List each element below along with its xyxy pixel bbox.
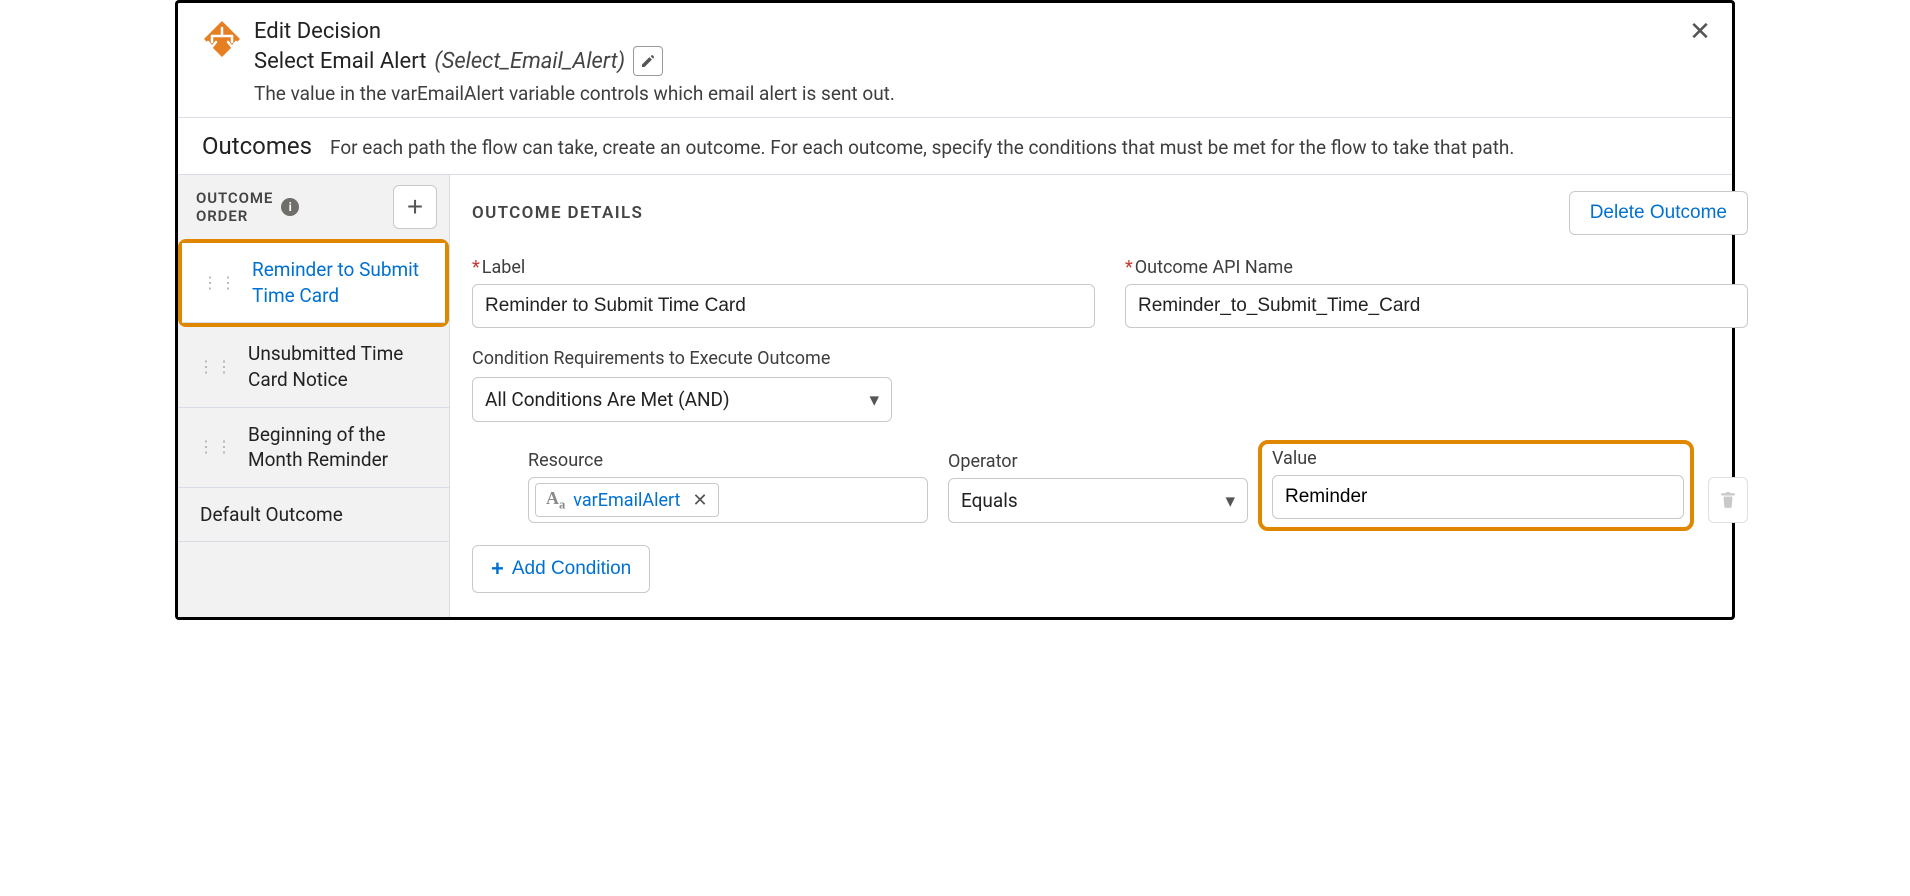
modal-header: Edit Decision Select Email Alert (Select… [178, 3, 1732, 117]
condition-requirements-select[interactable]: All Conditions Are Met (AND) ▾ [472, 377, 892, 422]
modal-title: Edit Decision [254, 19, 1708, 44]
value-column: Value [1268, 444, 1688, 523]
sidebar-title: OUTCOMEORDER [196, 189, 273, 225]
value-label: Value [1272, 448, 1684, 469]
outcome-item-unsubmitted[interactable]: ⋮⋮ Unsubmitted Time Card Notice [178, 327, 449, 407]
api-name-field: *Outcome API Name [1125, 257, 1748, 328]
delete-condition-button[interactable] [1708, 477, 1748, 523]
condition-row: Resource Aa varEmailAlert ✕ Operator Equ… [472, 444, 1748, 523]
api-name-input[interactable] [1125, 284, 1748, 328]
outcome-item-reminder-submit[interactable]: ⋮⋮ Reminder to Submit Time Card [182, 243, 445, 323]
outcomes-description: For each path the flow can take, create … [330, 136, 1514, 159]
operator-value: Equals [961, 489, 1018, 512]
close-button[interactable]: ✕ [1686, 17, 1714, 45]
edit-decision-modal: Edit Decision Select Email Alert (Select… [175, 0, 1735, 620]
text-variable-icon: Aa [546, 488, 565, 513]
caret-down-icon: ▾ [869, 388, 879, 411]
outcome-item-label: Default Outcome [200, 502, 343, 528]
add-outcome-button[interactable]: + [393, 185, 437, 229]
details-heading: OUTCOME DETAILS [472, 203, 643, 223]
outcome-item-label: Unsubmitted Time Card Notice [248, 341, 437, 392]
plus-icon: + [491, 556, 504, 582]
outcome-order-sidebar: OUTCOMEORDER i + ⋮⋮ Reminder to Submit T… [178, 175, 450, 617]
modal-subtitle: Select Email Alert (Select_Email_Alert) [254, 46, 1708, 76]
outcomes-heading: Outcomes [202, 132, 312, 160]
outcome-item-label: Reminder to Submit Time Card [252, 257, 433, 308]
modal-description: The value in the varEmailAlert variable … [254, 82, 1708, 105]
drag-handle-icon[interactable]: ⋮⋮ [202, 275, 238, 291]
main-content: OUTCOMEORDER i + ⋮⋮ Reminder to Submit T… [178, 174, 1732, 617]
cond-req-label: Condition Requirements to Execute Outcom… [472, 348, 830, 369]
resource-pill[interactable]: Aa varEmailAlert ✕ [535, 483, 719, 518]
resource-column: Resource Aa varEmailAlert ✕ [528, 450, 928, 523]
outcomes-bar: Outcomes For each path the flow can take… [178, 117, 1732, 174]
operator-select[interactable]: Equals ▾ [948, 478, 1248, 523]
label-field-label: Label [482, 257, 526, 278]
resource-input[interactable]: Aa varEmailAlert ✕ [528, 477, 928, 523]
resource-label: Resource [528, 450, 928, 471]
outcome-details-panel: OUTCOME DETAILS Delete Outcome *Label *O… [450, 175, 1770, 617]
cond-req-value: All Conditions Are Met (AND) [485, 388, 730, 411]
edit-name-button[interactable] [633, 46, 663, 76]
header-text: Edit Decision Select Email Alert (Select… [254, 19, 1708, 105]
drag-handle-icon[interactable]: ⋮⋮ [198, 359, 234, 375]
add-condition-button[interactable]: + Add Condition [472, 545, 650, 593]
sidebar-header: OUTCOMEORDER i + [178, 175, 449, 239]
caret-down-icon: ▾ [1225, 489, 1235, 512]
highlight-value-field: Value [1258, 440, 1694, 531]
info-icon[interactable]: i [281, 198, 299, 216]
outcome-item-label: Beginning of the Month Reminder [248, 422, 437, 473]
outcome-item-beginning-month[interactable]: ⋮⋮ Beginning of the Month Reminder [178, 408, 449, 488]
operator-column: Operator Equals ▾ [948, 451, 1248, 523]
element-label: Select Email Alert [254, 49, 426, 74]
drag-handle-icon[interactable]: ⋮⋮ [198, 439, 234, 455]
condition-requirements-field: Condition Requirements to Execute Outcom… [472, 346, 892, 422]
delete-outcome-button[interactable]: Delete Outcome [1569, 191, 1748, 235]
decision-icon [202, 19, 242, 59]
value-input[interactable] [1272, 475, 1684, 519]
label-field: *Label [472, 257, 1095, 328]
outcome-item-default[interactable]: Default Outcome [178, 488, 449, 543]
add-condition-label: Add Condition [512, 558, 631, 580]
resource-value: varEmailAlert [573, 490, 680, 511]
element-api-name: (Select_Email_Alert) [434, 49, 625, 74]
api-name-field-label: Outcome API Name [1135, 257, 1293, 278]
highlight-selected-outcome: ⋮⋮ Reminder to Submit Time Card [178, 239, 449, 327]
label-input[interactable] [472, 284, 1095, 328]
remove-resource-icon[interactable]: ✕ [692, 490, 707, 511]
operator-label: Operator [948, 451, 1248, 472]
